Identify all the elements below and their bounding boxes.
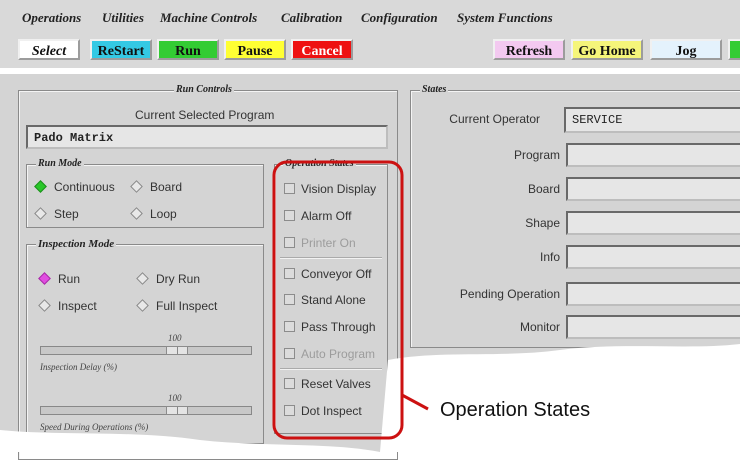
torn-edge-bottom <box>0 430 380 452</box>
callout-label: Operation States <box>440 399 591 421</box>
torn-page-overlay <box>0 160 740 452</box>
highlight-box <box>272 160 404 440</box>
torn-edge-right <box>380 344 740 452</box>
